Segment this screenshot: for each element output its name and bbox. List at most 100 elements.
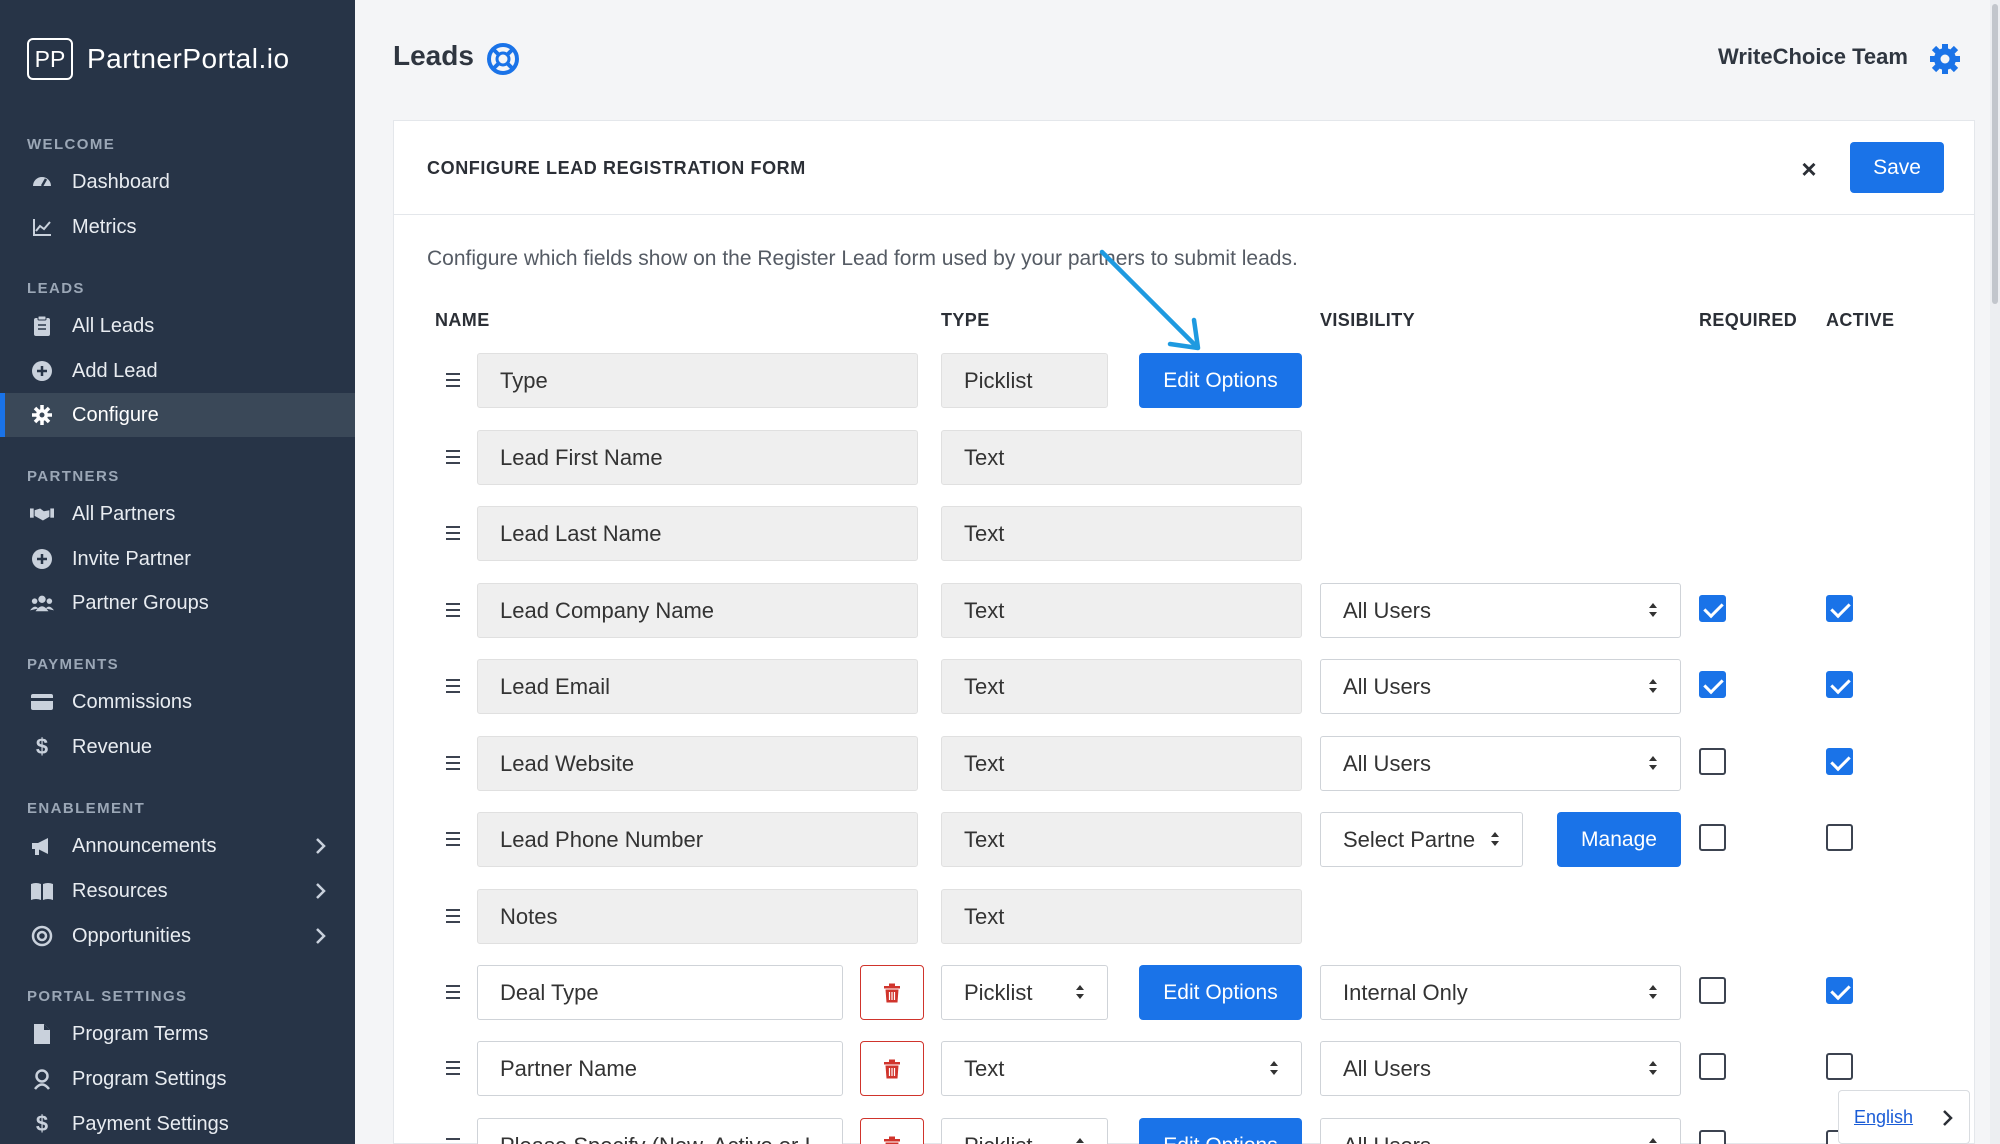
- sidebar-item-all-leads[interactable]: All Leads: [0, 304, 355, 348]
- sidebar-item-label: Announcements: [72, 834, 217, 857]
- field-name-input: Lead Email: [477, 659, 918, 714]
- close-button[interactable]: ×: [1794, 154, 1824, 184]
- settings-gear-icon[interactable]: [1928, 42, 1962, 76]
- sidebar-item-configure[interactable]: Configure: [0, 393, 355, 437]
- column-header-name: NAME: [435, 310, 490, 330]
- drag-handle-icon[interactable]: [446, 756, 460, 774]
- sidebar-item-program-terms[interactable]: Program Terms: [0, 1012, 355, 1056]
- sidebar-item-all-partners[interactable]: All Partners: [0, 492, 355, 536]
- brand[interactable]: PP PartnerPortal.io: [27, 38, 290, 80]
- drag-handle-icon[interactable]: [446, 373, 460, 391]
- language-link[interactable]: English: [1854, 1107, 1913, 1128]
- select-arrows-icon: [1491, 832, 1499, 846]
- card-header: CONFIGURE LEAD REGISTRATION FORM × Save: [394, 121, 1974, 215]
- drag-handle-icon[interactable]: [446, 526, 460, 544]
- edit-options-button[interactable]: Edit Options: [1139, 965, 1302, 1020]
- active-checkbox[interactable]: [1826, 671, 1853, 698]
- help-lifebuoy-icon[interactable]: [486, 42, 520, 76]
- save-button[interactable]: Save: [1850, 142, 1944, 193]
- required-checkbox[interactable]: [1699, 1053, 1726, 1080]
- sidebar-item-dashboard[interactable]: Dashboard: [0, 160, 355, 204]
- sidebar-item-program-settings[interactable]: Program Settings: [0, 1057, 355, 1101]
- section-enablement: ENABLEMENT: [27, 800, 146, 817]
- manage-button[interactable]: Manage: [1557, 812, 1681, 867]
- active-checkbox[interactable]: [1826, 977, 1853, 1004]
- active-checkbox[interactable]: [1826, 748, 1853, 775]
- required-checkbox[interactable]: [1699, 595, 1726, 622]
- visibility-value: All Users: [1343, 750, 1432, 776]
- visibility-select[interactable]: All Users: [1320, 1041, 1681, 1096]
- dollar-icon: $: [35, 1111, 49, 1136]
- visibility-select[interactable]: All Users: [1320, 736, 1681, 791]
- type-value: Picklist: [964, 1133, 1032, 1144]
- active-checkbox[interactable]: [1826, 824, 1853, 851]
- section-leads: LEADS: [27, 280, 85, 297]
- field-type-value: Text: [941, 812, 1302, 867]
- user-settings-icon: [30, 1067, 54, 1091]
- delete-button[interactable]: [860, 1041, 924, 1096]
- field-type-value: Picklist: [941, 353, 1108, 408]
- visibility-select[interactable]: Select Partne: [1320, 812, 1523, 867]
- sidebar-item-label: Resources: [72, 879, 168, 902]
- sidebar-item-label: Metrics: [72, 215, 137, 238]
- sidebar-item-invite-partner[interactable]: Invite Partner: [0, 537, 355, 581]
- delete-button[interactable]: [860, 965, 924, 1020]
- type-select[interactable]: Picklist: [941, 965, 1108, 1020]
- credit-card-icon: [30, 690, 54, 714]
- plus-circle-icon: [30, 359, 54, 383]
- sidebar-item-resources[interactable]: Resources: [0, 869, 355, 913]
- sidebar-item-revenue[interactable]: $ Revenue: [0, 725, 355, 769]
- sidebar-item-payment-settings[interactable]: $ Payment Settings: [0, 1102, 355, 1144]
- table-row: Partner Name Text All Users: [394, 1041, 1976, 1097]
- scrollbar-thumb[interactable]: [1992, 4, 1998, 304]
- sidebar-item-metrics[interactable]: Metrics: [0, 205, 355, 249]
- drag-handle-icon[interactable]: [446, 1138, 460, 1144]
- sidebar-item-partner-groups[interactable]: Partner Groups: [0, 581, 355, 625]
- sidebar-item-commissions[interactable]: Commissions: [0, 680, 355, 724]
- drag-handle-icon[interactable]: [446, 909, 460, 927]
- edit-options-button[interactable]: Edit Options: [1139, 353, 1302, 408]
- drag-handle-icon[interactable]: [446, 1061, 460, 1079]
- sidebar-item-announcements[interactable]: Announcements: [0, 824, 355, 868]
- field-name-input[interactable]: Please Specify (New, Active or I: [477, 1118, 843, 1144]
- required-checkbox[interactable]: [1699, 671, 1726, 698]
- sidebar: PP PartnerPortal.io WELCOME Dashboard Me…: [0, 0, 355, 1144]
- chevron-right-icon: [316, 883, 326, 899]
- language-switcher[interactable]: English: [1838, 1090, 1970, 1144]
- delete-button[interactable]: [860, 1118, 924, 1144]
- column-header-active: ACTIVE: [1826, 310, 1895, 330]
- sidebar-item-opportunities[interactable]: Opportunities: [0, 914, 355, 958]
- team-name[interactable]: WriteChoice Team: [1718, 44, 1908, 70]
- drag-handle-icon[interactable]: [446, 985, 460, 1003]
- select-arrows-icon: [1649, 1138, 1657, 1143]
- section-welcome: WELCOME: [27, 136, 116, 153]
- active-checkbox[interactable]: [1826, 1053, 1853, 1080]
- drag-handle-icon[interactable]: [446, 679, 460, 697]
- trash-icon: [884, 1136, 900, 1144]
- active-checkbox[interactable]: [1826, 595, 1853, 622]
- type-select[interactable]: Picklist: [941, 1118, 1108, 1144]
- type-select[interactable]: Text: [941, 1041, 1302, 1096]
- field-name-input[interactable]: Deal Type: [477, 965, 843, 1020]
- sidebar-item-add-lead[interactable]: Add Lead: [0, 349, 355, 393]
- visibility-select[interactable]: Internal Only: [1320, 965, 1681, 1020]
- required-checkbox[interactable]: [1699, 1130, 1726, 1144]
- required-checkbox[interactable]: [1699, 748, 1726, 775]
- field-name-input[interactable]: Partner Name: [477, 1041, 843, 1096]
- required-checkbox[interactable]: [1699, 824, 1726, 851]
- required-checkbox[interactable]: [1699, 977, 1726, 1004]
- drag-handle-icon[interactable]: [446, 832, 460, 850]
- drag-handle-icon[interactable]: [446, 450, 460, 468]
- clipboard-icon: [30, 314, 54, 338]
- sidebar-item-label: Invite Partner: [72, 547, 191, 570]
- visibility-value: All Users: [1343, 597, 1432, 623]
- drag-handle-icon[interactable]: [446, 603, 460, 621]
- visibility-select[interactable]: All Users: [1320, 1118, 1681, 1144]
- visibility-select[interactable]: All Users: [1320, 583, 1681, 638]
- visibility-select[interactable]: All Users: [1320, 659, 1681, 714]
- field-type-value: Text: [941, 736, 1302, 791]
- edit-options-button[interactable]: Edit Options: [1139, 1118, 1302, 1144]
- field-type-value: Text: [941, 430, 1302, 485]
- type-value: Picklist: [964, 979, 1033, 1005]
- select-arrows-icon: [1649, 679, 1657, 693]
